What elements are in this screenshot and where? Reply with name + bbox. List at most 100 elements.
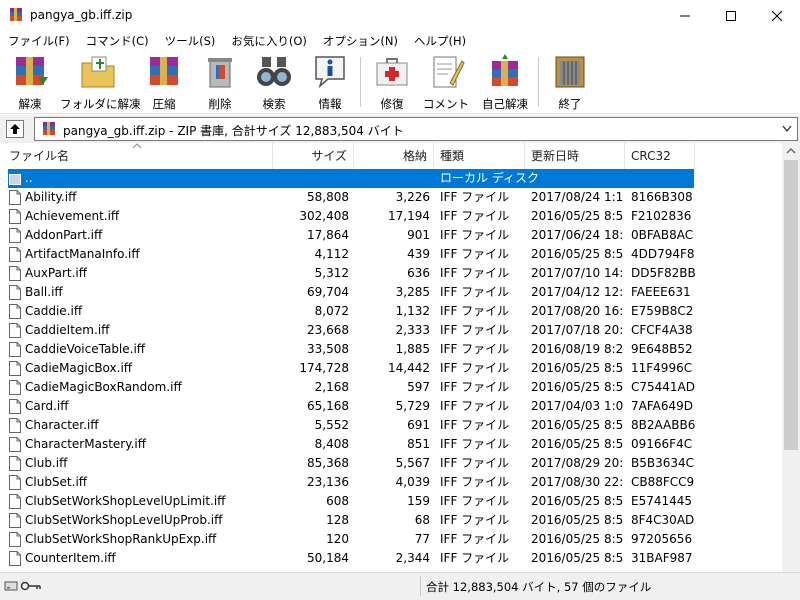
file-size: 33,508 bbox=[307, 342, 349, 356]
file-row[interactable]: Achievement.iff 302,408 17,194 IFF ファイル 2016… bbox=[0, 207, 782, 226]
file-row[interactable]: ClubSetWorkShopLevelUpProb.iff 128 68 IFF フ… bbox=[0, 511, 782, 530]
toolbar-separator bbox=[360, 57, 361, 107]
file-packed-size: 636 bbox=[407, 266, 430, 280]
file-name: CadieMagicBox.iff bbox=[25, 361, 133, 375]
menu-options[interactable]: オプション(N) bbox=[315, 31, 406, 51]
file-type: ローカル ディスク bbox=[440, 171, 539, 185]
file-row[interactable]: ClubSet.iff 23,136 4,039 IFF ファイル 2017/08/30… bbox=[0, 473, 782, 492]
file-row[interactable]: Club.iff 85,368 5,567 IFF ファイル 2017/08/29 20… bbox=[0, 454, 782, 473]
file-size: 17,864 bbox=[307, 228, 349, 242]
comment-button[interactable]: コメント bbox=[420, 53, 472, 111]
file-row[interactable]: Character.iff 5,552 691 IFF ファイル 2016/05/25 … bbox=[0, 416, 782, 435]
file-modified: 2016/05/25 8:57 bbox=[531, 437, 623, 451]
file-modified: 2016/08/19 8:25 bbox=[531, 342, 623, 356]
exit-button[interactable]: 終了 bbox=[544, 53, 596, 111]
winrar-app-icon bbox=[10, 8, 22, 21]
file-row[interactable]: ClubSetWorkShopRankUpExp.iff 120 77 IFF ファイ… bbox=[0, 530, 782, 549]
file-type: IFF ファイル bbox=[440, 437, 510, 451]
file-row[interactable]: AuxPart.iff 5,312 636 IFF ファイル 2017/07/10 14… bbox=[0, 264, 782, 283]
extract-to-folder-button[interactable]: フォルダに解凍 bbox=[60, 53, 141, 111]
minimize-button[interactable] bbox=[662, 0, 708, 31]
menu-command[interactable]: コマンド(C) bbox=[78, 31, 157, 51]
file-type: IFF ファイル bbox=[440, 304, 510, 318]
file-type: IFF ファイル bbox=[440, 285, 510, 299]
file-modified: 2017/08/30 22:28 bbox=[531, 475, 623, 489]
file-packed-size: 5,729 bbox=[395, 399, 430, 413]
file-row[interactable]: CaddieItem.iff 23,668 2,333 IFF ファイル 2017/07… bbox=[0, 321, 782, 340]
column-header-crc[interactable]: CRC32 bbox=[625, 143, 695, 169]
file-name: ArtifactManaInfo.iff bbox=[25, 247, 140, 261]
file-row[interactable]: AddonPart.iff 17,864 901 IFF ファイル 2017/06/24… bbox=[0, 226, 782, 245]
file-type: IFF ファイル bbox=[440, 266, 510, 280]
file-icon bbox=[9, 380, 21, 395]
file-packed-size: 5,567 bbox=[395, 456, 430, 470]
menu-favorites[interactable]: お気に入り(O) bbox=[223, 31, 315, 51]
file-size: 23,668 bbox=[307, 323, 349, 337]
file-row[interactable]: CounterItem.iff 50,184 2,344 IFF ファイル 2016/0… bbox=[0, 549, 782, 568]
file-packed-size: 2,333 bbox=[395, 323, 430, 337]
scroll-up-arrow-icon[interactable] bbox=[782, 143, 800, 159]
vertical-scrollbar[interactable] bbox=[782, 143, 800, 572]
file-row[interactable]: Caddie.iff 8,072 1,132 IFF ファイル 2017/08/20 1… bbox=[0, 302, 782, 321]
extract-icon bbox=[16, 57, 48, 85]
file-name: ClubSetWorkShopRankUpExp.iff bbox=[25, 532, 217, 546]
file-row[interactable]: Ball.iff 69,704 3,285 IFF ファイル 2017/04/12 12… bbox=[0, 283, 782, 302]
file-icon bbox=[9, 266, 21, 281]
file-icon bbox=[9, 399, 21, 414]
parent-folder-icon bbox=[9, 174, 21, 185]
file-name: CaddieItem.iff bbox=[25, 323, 110, 337]
file-icon bbox=[9, 228, 21, 243]
file-row[interactable]: CaddieVoiceTable.iff 33,508 1,885 IFF ファイル 2… bbox=[0, 340, 782, 359]
scrollbar-thumb[interactable] bbox=[784, 160, 798, 450]
exit-door-icon bbox=[555, 56, 585, 88]
address-field[interactable]: pangya_gb.iff.zip - ZIP 書庫, 合計サイズ 12,883… bbox=[34, 117, 798, 141]
extract-button[interactable]: 解凍 bbox=[4, 53, 56, 111]
sfx-icon bbox=[492, 54, 518, 86]
file-crc: 0BFAB8AC bbox=[631, 228, 694, 242]
column-header-size[interactable]: サイズ bbox=[273, 143, 354, 169]
file-row[interactable]: CadieMagicBoxRandom.iff 2,168 597 IFF ファイル 2… bbox=[0, 378, 782, 397]
compress-button[interactable]: 圧縮 bbox=[138, 53, 190, 111]
toolbar-separator bbox=[538, 57, 539, 107]
find-button[interactable]: 検索 bbox=[248, 53, 300, 111]
file-type: IFF ファイル bbox=[440, 190, 510, 204]
file-icon bbox=[9, 190, 21, 205]
file-row[interactable]: CharacterMastery.iff 8,408 851 IFF ファイル 2016… bbox=[0, 435, 782, 454]
menu-tools[interactable]: ツール(S) bbox=[157, 31, 224, 51]
sfx-label: 自己解凍 bbox=[482, 97, 528, 111]
file-crc: 11F4996C bbox=[631, 361, 693, 375]
file-row[interactable]: Ability.iff 58,808 3,226 IFF ファイル 2017/08/24… bbox=[0, 188, 782, 207]
file-crc: 31BAF987 bbox=[631, 551, 693, 565]
up-folder-button[interactable] bbox=[6, 120, 24, 138]
file-modified: 2017/04/12 12:43 bbox=[531, 285, 623, 299]
file-type: IFF ファイル bbox=[440, 551, 510, 565]
menu-help[interactable]: ヘルプ(H) bbox=[406, 31, 474, 51]
file-name: .. bbox=[25, 171, 33, 185]
first-aid-kit-icon bbox=[376, 58, 408, 86]
file-type: IFF ファイル bbox=[440, 380, 510, 394]
zip-archive-icon bbox=[43, 122, 55, 135]
maximize-button[interactable] bbox=[708, 0, 754, 31]
info-button[interactable]: 情報 bbox=[304, 53, 356, 111]
file-icon bbox=[9, 361, 21, 376]
parent-folder-row[interactable]: .. ローカル ディスク bbox=[0, 169, 782, 188]
column-header-type[interactable]: 種類 bbox=[434, 143, 525, 169]
column-header-packed[interactable]: 格納 bbox=[354, 143, 434, 169]
file-modified: 2016/05/25 8:57 bbox=[531, 380, 623, 394]
file-row[interactable]: Card.iff 65,168 5,729 IFF ファイル 2017/04/03 1:… bbox=[0, 397, 782, 416]
file-row[interactable]: ClubSetWorkShopLevelUpLimit.iff 608 159 IFF… bbox=[0, 492, 782, 511]
file-icon bbox=[9, 304, 21, 319]
info-label: 情報 bbox=[318, 97, 342, 111]
file-crc: C75441AD bbox=[631, 380, 695, 394]
close-button[interactable] bbox=[754, 0, 800, 31]
sfx-button[interactable]: 自己解凍 bbox=[476, 53, 534, 111]
chevron-down-icon[interactable] bbox=[782, 125, 792, 133]
repair-button[interactable]: 修復 bbox=[366, 53, 418, 111]
file-packed-size: 2,344 bbox=[395, 551, 430, 565]
column-header-name[interactable]: ファイル名 bbox=[0, 143, 273, 169]
delete-button[interactable]: 削除 bbox=[194, 53, 246, 111]
file-row[interactable]: ArtifactManaInfo.iff 4,112 439 IFF ファイル 2016… bbox=[0, 245, 782, 264]
column-header-modified[interactable]: 更新日時 bbox=[525, 143, 625, 169]
menu-file[interactable]: ファイル(F) bbox=[0, 31, 78, 51]
file-row[interactable]: CadieMagicBox.iff 174,728 14,442 IFF ファイル 20… bbox=[0, 359, 782, 378]
